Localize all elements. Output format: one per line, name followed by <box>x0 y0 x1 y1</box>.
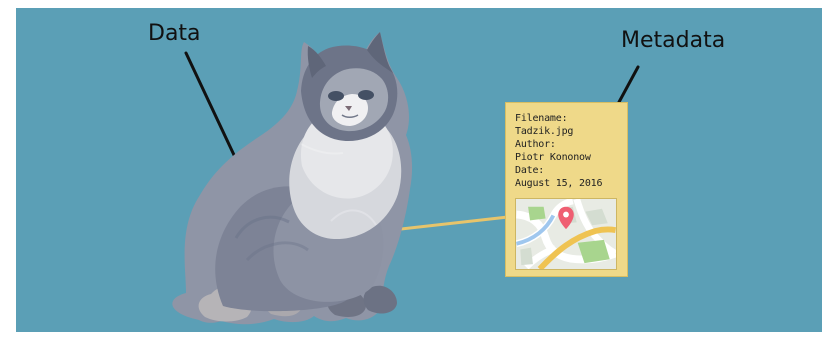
metadata-line: August 15, 2016 <box>515 178 603 189</box>
metadata-label: Metadata <box>621 28 726 53</box>
data-label: Data <box>148 21 201 46</box>
metadata-card: Filename: Tadzik.jpg Author: Piotr Konon… <box>505 102 628 277</box>
diagram-illustration <box>172 32 640 325</box>
metadata-line: Author: <box>515 139 556 150</box>
diagram-panel: Data Metadata Filename: Tadzik.jpg Autho… <box>16 8 822 332</box>
map-thumbnail-icon <box>515 198 617 270</box>
metadata-line: Filename: <box>515 113 568 124</box>
cat-illustration <box>172 32 413 325</box>
metadata-lines: Filename: Tadzik.jpg Author: Piotr Konon… <box>515 112 623 190</box>
metadata-line: Date: <box>515 165 545 176</box>
diagram-stage: Data Metadata Filename: Tadzik.jpg Autho… <box>0 0 832 340</box>
data-pointer-line <box>184 51 244 174</box>
metadata-line: Piotr Kononow <box>515 152 591 163</box>
metadata-line: Tadzik.jpg <box>515 126 574 137</box>
